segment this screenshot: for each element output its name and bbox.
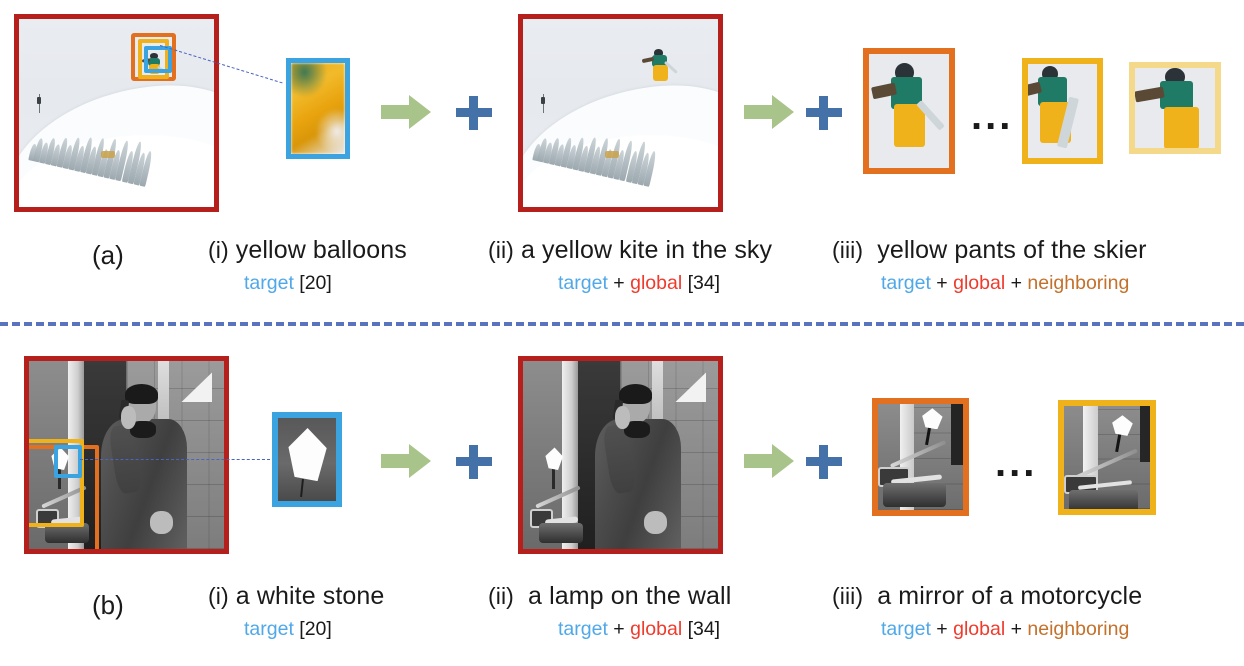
target-crop-white-mirror (278, 418, 336, 501)
expression-a-ii: a yellow kite in the sky (521, 236, 773, 264)
row-a-global-image-with-boxes (14, 14, 219, 212)
skier-crop-small (1135, 68, 1215, 148)
context-global-b-iii: global (953, 618, 1006, 640)
citation-b-ii: [34] (687, 618, 721, 640)
ellipsis-a: ... (971, 94, 1014, 138)
ski-scene-a2 (523, 19, 718, 207)
roman-b-i: (i) (208, 583, 229, 609)
context-b-ii: target + global [34] (558, 618, 720, 641)
right-arrow-icon-a1 (381, 95, 431, 129)
motorcycle-crop-1 (878, 404, 963, 510)
plus-sep-b-iii-2: + (1010, 618, 1022, 640)
roman-a-iii: (iii) (832, 237, 864, 263)
skier-crop-large (869, 54, 949, 168)
row-b-neighbor-crop-1 (872, 398, 969, 516)
context-b-iii: target + global + neighboring (881, 618, 1129, 641)
plus-sep-a-iii-2: + (1010, 272, 1022, 294)
roman-a-i: (i) (208, 237, 229, 263)
row-b-neighbor-crop-2 (1058, 400, 1156, 515)
context-target-b-ii: target (558, 618, 608, 640)
context-target-a-ii: target (558, 272, 608, 294)
row-a-neighbor-crop-3 (1129, 62, 1221, 154)
row-b-target-crop (272, 412, 342, 507)
row-b-label: (b) (92, 590, 124, 620)
roman-a-ii: (ii) (488, 237, 514, 263)
row-b-global-image (518, 356, 723, 554)
context-a-iii: target + global + neighboring (881, 272, 1129, 295)
context-neighboring-a-iii: neighboring (1027, 272, 1130, 294)
ellipsis-b: ... (995, 441, 1038, 485)
caption-b-ii: (ii) a lamp on the wall (488, 582, 731, 611)
row-a-label: (a) (92, 240, 124, 270)
context-global-b-ii: global (630, 618, 683, 640)
citation-b-i: [20] (299, 618, 332, 640)
ski-scene-a (19, 19, 214, 207)
caption-a-ii: (ii) a yellow kite in the sky (488, 236, 772, 265)
target-crop-yellow-pants (291, 63, 345, 154)
caption-a-i: (i) yellow balloons (208, 236, 407, 265)
citation-a-ii: [34] (687, 272, 721, 294)
context-neighboring-b-iii: neighboring (1027, 618, 1130, 640)
right-arrow-icon-a2 (744, 95, 794, 129)
plus-icon-a2 (806, 96, 842, 130)
row-a-global-image (518, 14, 723, 212)
plus-icon-b2 (806, 445, 842, 479)
row-a-target-crop (286, 58, 350, 159)
skier-crop-mid (1028, 64, 1097, 158)
expression-b-ii: a lamp on the wall (528, 582, 732, 610)
row-a-neighbor-crop-2 (1022, 58, 1103, 164)
caption-b-iii: (iii) a mirror of a motorcycle (832, 582, 1142, 611)
expression-a-iii: yellow pants of the skier (877, 236, 1147, 264)
context-b-i: target [20] (244, 618, 332, 641)
plus-icon-a1 (456, 96, 492, 130)
row-a-neighbor-crop-1 (863, 48, 955, 174)
bbox-target-blue-b (54, 445, 82, 478)
figure-root: ... (a) (i) yellow balloons target [20] … (0, 0, 1244, 666)
row-divider (0, 322, 1244, 326)
expression-a-i: yellow balloons (235, 236, 407, 264)
right-arrow-icon-b2 (744, 444, 794, 478)
caption-b-i: (i) a white stone (208, 582, 384, 611)
motorcycle-crop-2 (1064, 406, 1150, 509)
right-arrow-icon-b1 (381, 444, 431, 478)
context-target-b-i: target (244, 618, 294, 640)
context-target-b-iii: target (881, 618, 931, 640)
caption-a-iii: (iii) yellow pants of the skier (832, 236, 1147, 265)
row-b-global-image-with-boxes (24, 356, 229, 554)
context-global-a-iii: global (953, 272, 1006, 294)
context-a-i: target [20] (244, 272, 332, 295)
plus-icon-b1 (456, 445, 492, 479)
plus-sep-a-iii-1: + (936, 272, 948, 294)
bw-scene-b2 (523, 361, 718, 549)
expression-b-i: a white stone (235, 582, 385, 610)
roman-b-ii: (ii) (488, 583, 514, 609)
roman-b-iii: (iii) (832, 583, 864, 609)
expression-b-iii: a mirror of a motorcycle (877, 582, 1143, 610)
context-target-a-iii: target (881, 272, 931, 294)
plus-sep-a-ii-1: + (613, 272, 625, 294)
bbox-target-blue-a (144, 46, 172, 73)
skier-subject (641, 49, 679, 87)
citation-a-i: [20] (299, 272, 332, 294)
plus-sep-b-iii-1: + (936, 618, 948, 640)
plus-sep-b-ii-1: + (613, 618, 625, 640)
dashed-connector-icon-b (80, 459, 270, 460)
context-a-ii: target + global [34] (558, 272, 720, 295)
context-target-a-i: target (244, 272, 294, 294)
context-global-a-ii: global (630, 272, 683, 294)
